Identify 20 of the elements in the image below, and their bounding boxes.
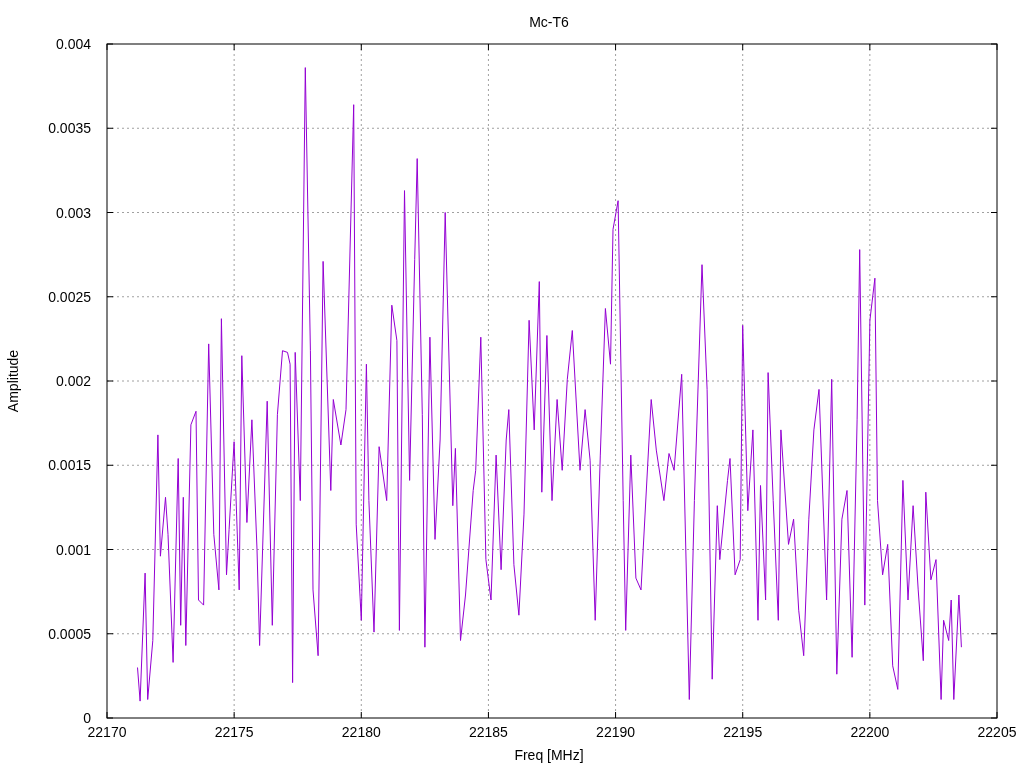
- tick-label: 22200: [850, 724, 890, 740]
- tick-label: 0.0015: [48, 457, 91, 474]
- tick-label: 22170: [87, 724, 127, 740]
- tick-label: 22195: [723, 724, 763, 740]
- axis-title: Freq [MHz]: [514, 747, 584, 763]
- tick-label: 0.0005: [48, 625, 91, 642]
- axis-title: Amplitude: [5, 349, 21, 413]
- tick-label: 0.001: [55, 541, 91, 558]
- tick-label: 0.0035: [48, 120, 91, 137]
- tick-label: 22190: [596, 724, 636, 740]
- chart-title: Mc-T6: [529, 14, 569, 30]
- tick-label: 0: [83, 710, 91, 726]
- tick-label: 0.002: [55, 373, 91, 389]
- tick-label: 0.0025: [48, 288, 91, 305]
- tick-label: 22180: [341, 724, 381, 740]
- tick-label: 22205: [977, 724, 1017, 740]
- tick-label: 22175: [214, 724, 254, 740]
- tick-label: 22185: [468, 724, 508, 740]
- tick-label: 0.003: [55, 204, 91, 221]
- tick-label: 0.004: [55, 36, 91, 52]
